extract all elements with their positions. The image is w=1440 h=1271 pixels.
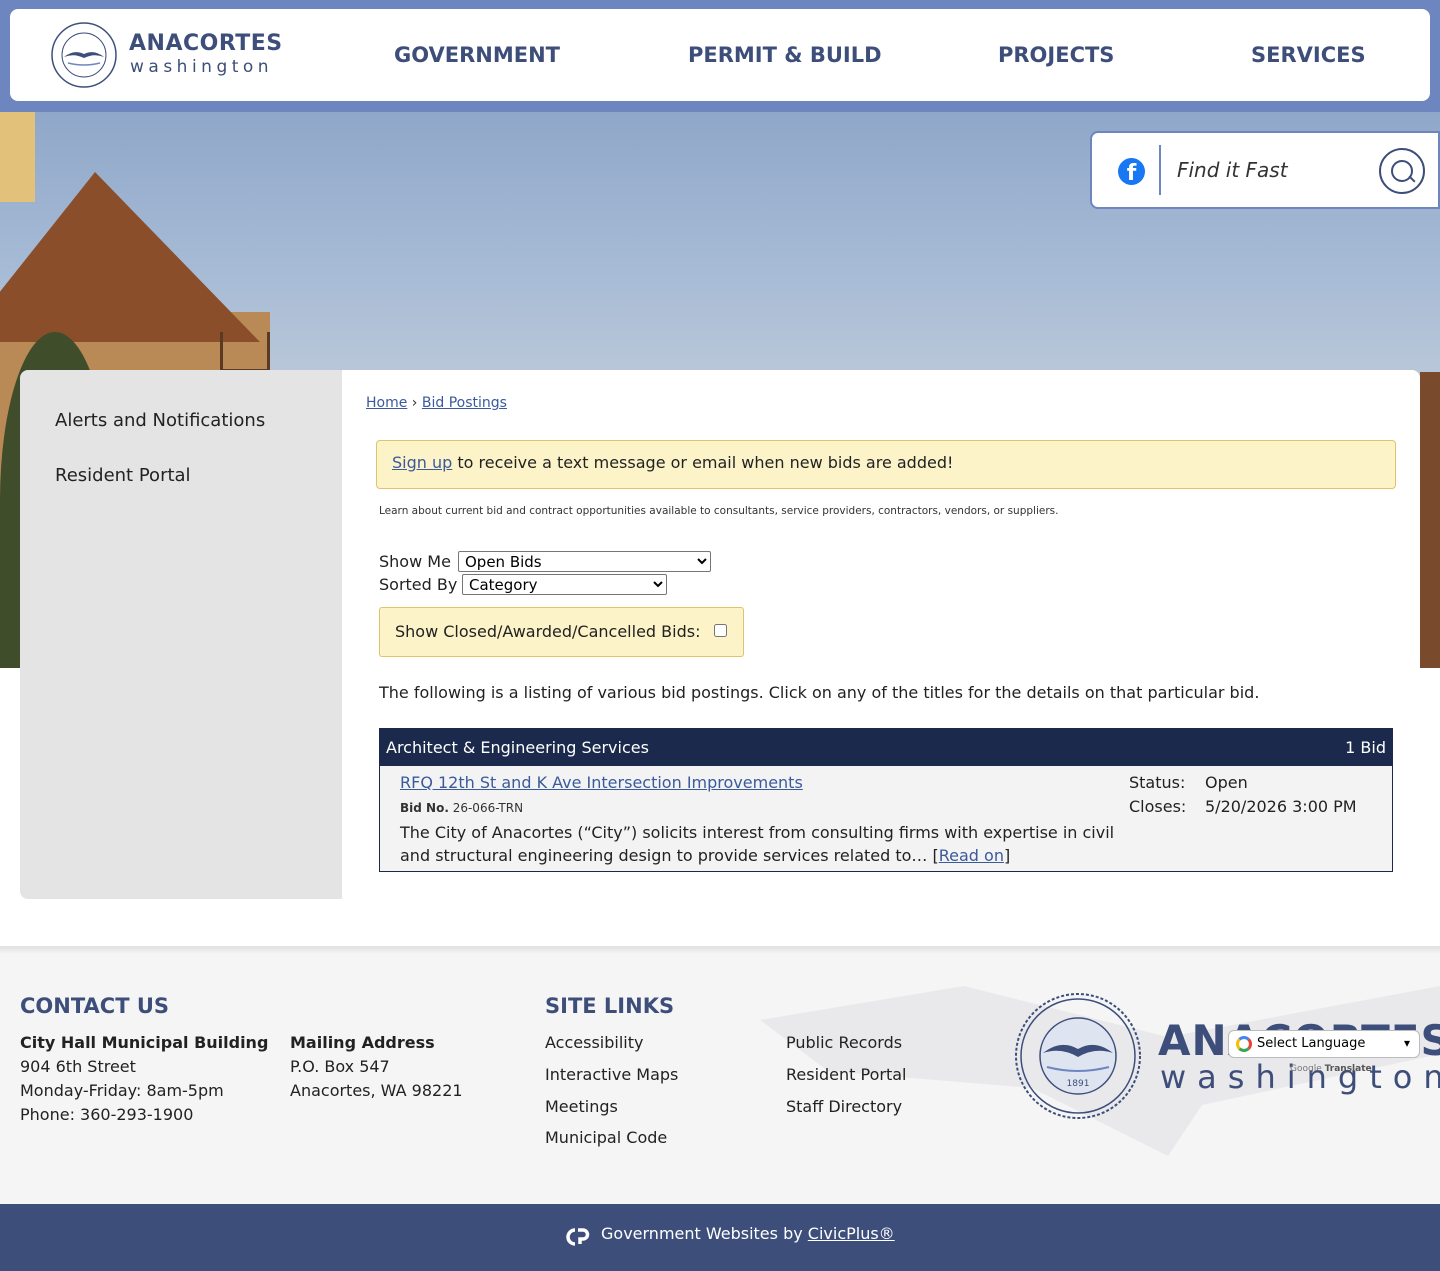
footer-link-meetings[interactable]: Meetings — [545, 1097, 618, 1116]
status-label: Status: — [1129, 773, 1186, 792]
logo-title: ANACORTES — [129, 31, 283, 56]
mailing-box: P.O. Box 547 — [290, 1057, 390, 1076]
bid-title-link[interactable]: RFQ 12th St and K Ave Intersection Impro… — [400, 773, 803, 792]
mailing-city: Anacortes, WA 98221 — [290, 1081, 463, 1100]
nav-services[interactable]: SERVICES — [1251, 9, 1366, 101]
bid-number: Bid No. 26-066-TRN — [400, 801, 523, 815]
show-closed-checkbox[interactable] — [714, 624, 727, 637]
city-hall-name: City Hall Municipal Building — [20, 1033, 269, 1052]
breadcrumb: Home › Bid Postings — [366, 395, 507, 411]
language-select[interactable]: Select Language — [1228, 1030, 1420, 1058]
nav-government[interactable]: GOVERNMENT — [394, 9, 560, 101]
main-content: Home › Bid Postings Sign up to receive a… — [342, 370, 1420, 899]
mailing-block: Mailing Address P.O. Box 547 Anacortes, … — [290, 1031, 463, 1103]
show-me-select[interactable]: Open Bids — [458, 551, 711, 572]
site-links-heading: SITE LINKS — [545, 994, 675, 1018]
read-on-close-bracket: ] — [1003, 846, 1011, 865]
city-seal-icon — [51, 22, 117, 88]
footer-seal-year: 1891 — [1067, 1079, 1090, 1089]
powered-by-prefix: Google — [1290, 1064, 1322, 1074]
sorted-by-select[interactable]: Category — [462, 574, 667, 595]
civicplus-credit: Government Websites by CivicPlus® — [601, 1224, 895, 1243]
bid-category-table: Architect & Engineering Services 1 Bid R… — [379, 728, 1393, 872]
header-bar: ANACORTES washington GOVERNMENT PERMIT &… — [10, 9, 1430, 101]
civicplus-icon — [566, 1228, 590, 1246]
footer-link-municipal-code[interactable]: Municipal Code — [545, 1128, 667, 1147]
chevron-down-icon: ▾ — [1404, 1036, 1411, 1050]
civicplus-link[interactable]: CivicPlus® — [808, 1224, 895, 1243]
sorted-by-label: Sorted By — [379, 575, 458, 594]
show-closed-label: Show Closed/Awarded/Cancelled Bids: — [395, 622, 701, 641]
closes-value: 5/20/2026 3:00 PM — [1205, 797, 1357, 816]
city-hall-block: City Hall Municipal Building 904 6th Str… — [20, 1031, 268, 1127]
closes-label: Closes: — [1129, 797, 1187, 816]
search-widget: f — [1090, 131, 1440, 209]
footer-link-resident-portal[interactable]: Resident Portal — [786, 1065, 907, 1084]
footer-city-seal-icon: 1891 — [1015, 993, 1141, 1119]
sidebar-item-resident-portal[interactable]: Resident Portal — [55, 465, 191, 486]
breadcrumb-current[interactable]: Bid Postings — [422, 395, 507, 411]
bid-category-name: Architect & Engineering Services — [386, 738, 649, 757]
footer-link-staff-directory[interactable]: Staff Directory — [786, 1097, 902, 1116]
mailing-name: Mailing Address — [290, 1033, 435, 1052]
search-icon[interactable] — [1379, 148, 1425, 194]
sidebar-item-alerts[interactable]: Alerts and Notifications — [55, 410, 265, 431]
powered-by-translate[interactable]: Translate — [1325, 1064, 1372, 1074]
powered-by-google: Google Translate — [1290, 1064, 1372, 1074]
bid-row: RFQ 12th St and K Ave Intersection Impro… — [380, 766, 1392, 871]
signup-link[interactable]: Sign up — [392, 453, 452, 472]
footer-top-shadow — [0, 946, 1440, 954]
city-hall-street: 904 6th Street — [20, 1057, 136, 1076]
search-input[interactable] — [1177, 151, 1367, 189]
footer: CONTACT US City Hall Municipal Building … — [0, 946, 1440, 1204]
read-on-open-bracket: [ — [927, 846, 939, 865]
footer-link-interactive-maps[interactable]: Interactive Maps — [545, 1065, 678, 1084]
nav-permit-build[interactable]: PERMIT & BUILD — [688, 9, 882, 101]
status-value: Open — [1205, 773, 1248, 792]
bid-number-value: 26-066-TRN — [452, 801, 524, 815]
side-nav: Alerts and Notifications Resident Portal — [20, 370, 342, 899]
city-hall-phone: Phone: 360-293-1900 — [20, 1105, 194, 1124]
facebook-icon[interactable]: f — [1118, 158, 1145, 185]
intro-text: Learn about current bid and contract opp… — [379, 505, 1059, 517]
search-divider — [1159, 145, 1161, 195]
bid-description: The City of Anacortes (“City”) solicits … — [400, 821, 1140, 867]
site-logo[interactable]: ANACORTES washington — [50, 19, 290, 91]
show-closed-box: Show Closed/Awarded/Cancelled Bids: — [379, 607, 744, 657]
breadcrumb-home[interactable]: Home — [366, 395, 407, 411]
credit-text: Government Websites by — [601, 1224, 808, 1243]
bid-category-header: Architect & Engineering Services 1 Bid — [380, 729, 1392, 766]
google-icon — [1236, 1036, 1252, 1052]
show-me-label: Show Me — [379, 552, 451, 571]
nav-projects[interactable]: PROJECTS — [998, 9, 1114, 101]
signup-banner: Sign up to receive a text message or ema… — [376, 440, 1396, 489]
breadcrumb-separator: › — [411, 395, 418, 411]
logo-subtitle: washington — [130, 57, 274, 77]
hero-right-building — [1420, 372, 1440, 668]
bottom-bar: Government Websites by CivicPlus® — [0, 1204, 1440, 1271]
signup-text: to receive a text message or email when … — [452, 453, 954, 472]
city-hall-hours: Monday-Friday: 8am-5pm — [20, 1081, 224, 1100]
footer-link-accessibility[interactable]: Accessibility — [545, 1033, 643, 1052]
listing-intro: The following is a listing of various bi… — [379, 683, 1260, 702]
bid-count: 1 Bid — [1345, 738, 1386, 757]
read-on-link[interactable]: Read on — [939, 846, 1004, 865]
footer-link-public-records[interactable]: Public Records — [786, 1033, 902, 1052]
contact-heading: CONTACT US — [20, 994, 170, 1018]
bid-number-label: Bid No. — [400, 801, 449, 815]
